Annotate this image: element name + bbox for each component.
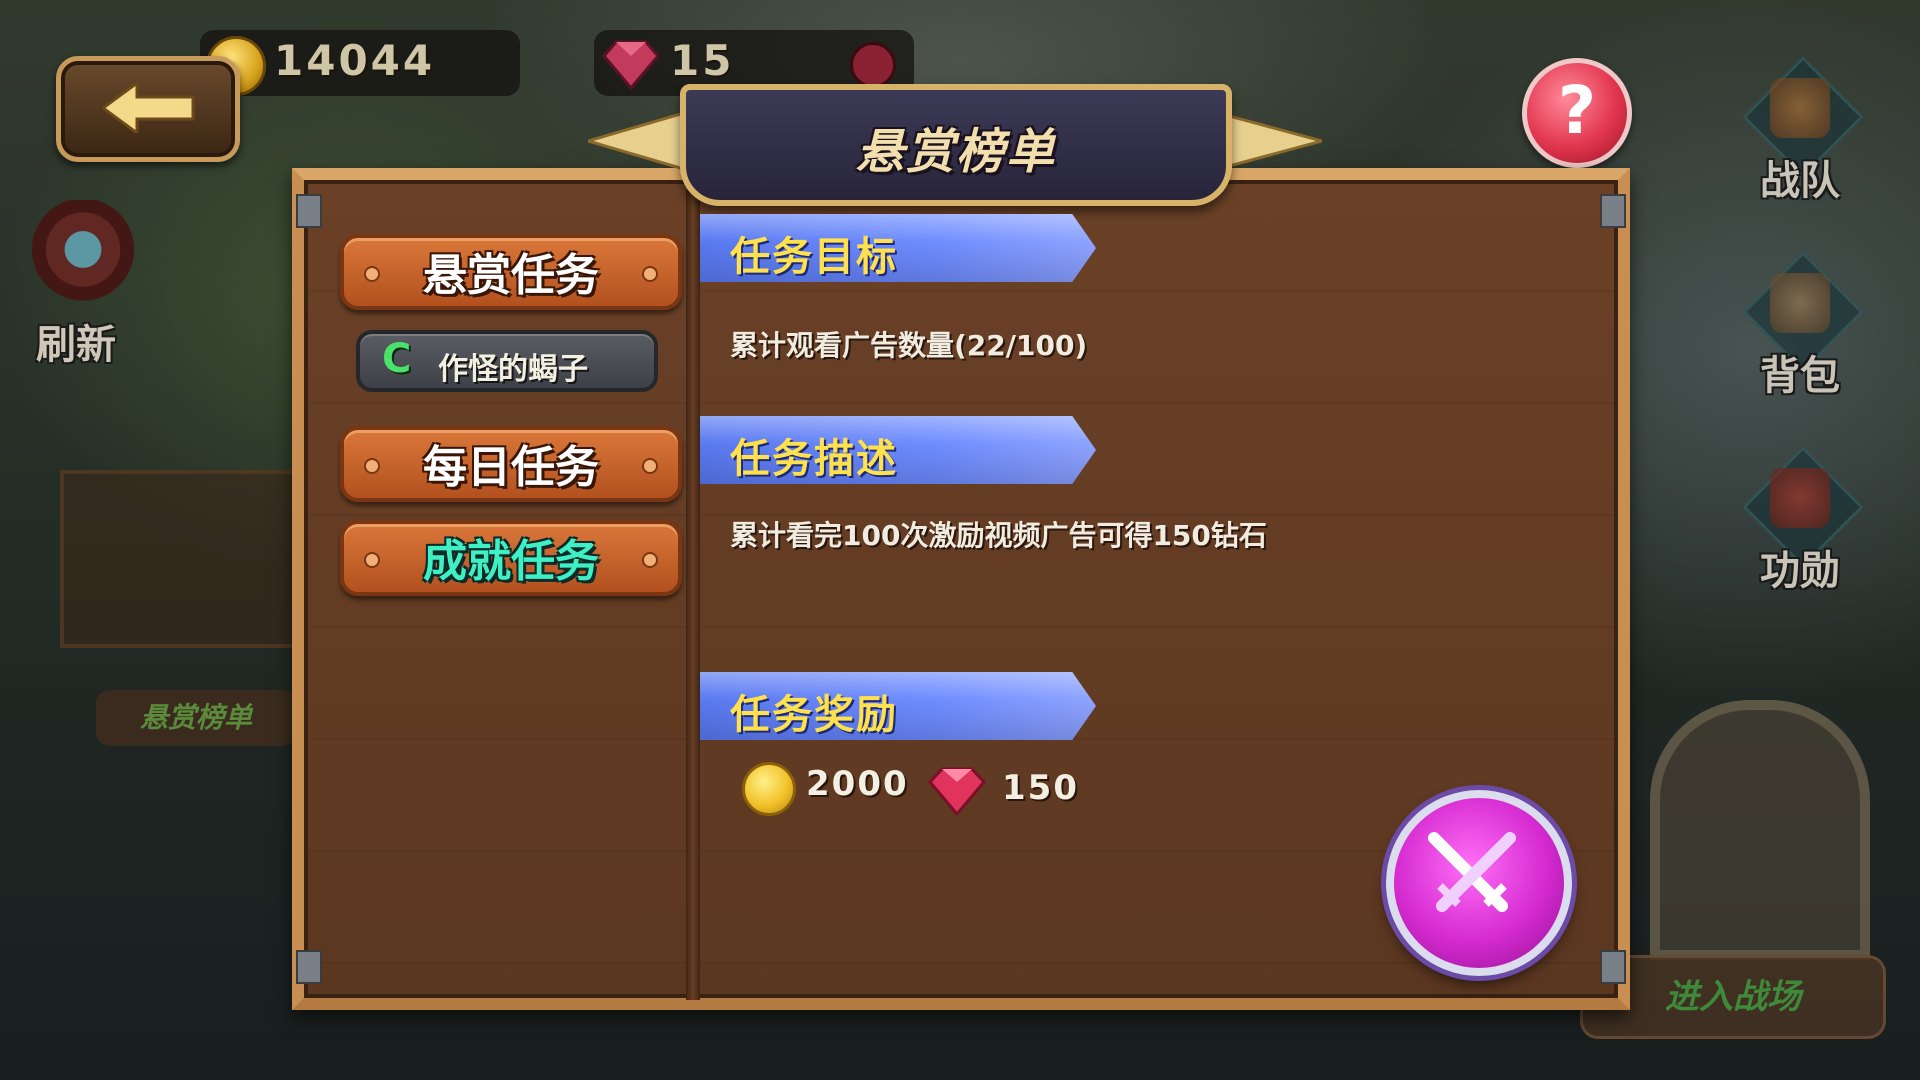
- bounty-board-sign[interactable]: 悬赏榜单: [96, 690, 296, 746]
- section-header-label: 任务目标: [730, 234, 898, 280]
- title-banner: 悬赏榜单: [680, 84, 1232, 206]
- side-menu-label: 背包: [1760, 353, 1840, 399]
- add-gems-icon[interactable]: [850, 42, 896, 88]
- crossed-swords-icon: [1428, 832, 1516, 912]
- side-menu-merit[interactable]: 功勋: [1720, 446, 1880, 600]
- reward-coin-icon: [742, 762, 796, 816]
- help-button[interactable]: ?: [1522, 58, 1632, 168]
- gem-amount: 15: [670, 36, 735, 85]
- tab-rivet: [364, 458, 380, 474]
- tab-bounty-tasks[interactable]: 悬赏任务: [340, 234, 682, 310]
- back-button[interactable]: [56, 56, 240, 162]
- side-menu-label: 功勋: [1760, 548, 1840, 594]
- page-title: 悬赏榜单: [855, 124, 1056, 180]
- section-header-label: 任务奖励: [730, 692, 898, 738]
- tab-rivet: [642, 266, 658, 282]
- refresh-emblem-icon: [28, 200, 138, 310]
- start-bounty-button[interactable]: [1386, 790, 1572, 976]
- task-goal-text: 累计观看广告数量(22/100): [730, 329, 1088, 362]
- panel-bolt: [296, 950, 322, 984]
- refresh-label: 刷新: [36, 322, 116, 368]
- panel-divider: [686, 190, 700, 1000]
- merit-scroll-icon: [1770, 468, 1830, 528]
- tab-rivet: [364, 552, 380, 568]
- section-header-description: 任务描述: [700, 416, 1096, 484]
- sub-task-item[interactable]: C 作怪的蝎子: [356, 330, 658, 392]
- panel-bolt: [296, 194, 322, 228]
- reward-coin-amount: 2000: [806, 764, 909, 804]
- refresh-button[interactable]: 刷新: [10, 200, 160, 370]
- tab-rivet: [364, 266, 380, 282]
- tab-label: 悬赏任务: [423, 250, 599, 301]
- gem-icon: [602, 40, 660, 90]
- section-header-label: 任务描述: [730, 436, 898, 482]
- section-header-reward: 任务奖励: [700, 672, 1096, 740]
- section-header-goal: 任务目标: [700, 214, 1096, 282]
- tab-rivet: [642, 458, 658, 474]
- coin-counter: 14044: [200, 30, 520, 96]
- tab-label: 每日任务: [423, 442, 599, 493]
- tab-rivet: [642, 552, 658, 568]
- side-menu-label: 战队: [1760, 158, 1840, 204]
- side-menu-backpack[interactable]: 背包: [1720, 251, 1880, 405]
- tab-daily-tasks[interactable]: 每日任务: [340, 426, 682, 502]
- stone-door-decoration: [1650, 700, 1870, 960]
- wanted-board-decoration: [60, 470, 308, 648]
- panel-bolt: [1600, 950, 1626, 984]
- tab-achievement-tasks[interactable]: 成就任务: [340, 520, 682, 596]
- coin-amount: 14044: [274, 36, 436, 85]
- task-grade-badge: C: [382, 336, 412, 382]
- panel-bolt: [1600, 194, 1626, 228]
- reward-gem-amount: 150: [1002, 768, 1079, 808]
- reward-gem-icon: [928, 767, 986, 816]
- team-icon: [1770, 78, 1830, 138]
- sub-task-name: 作怪的蝎子: [438, 352, 588, 387]
- tab-label: 成就任务: [423, 536, 599, 587]
- back-arrow-icon: [103, 83, 195, 133]
- task-description-text: 累计看完100次激励视频广告可得150钻石: [730, 519, 1267, 552]
- backpack-icon: [1770, 273, 1830, 333]
- side-menu-team[interactable]: 战队: [1720, 56, 1880, 210]
- game-screen: 14044 15 ? 刷新 悬赏榜单 战队 背包 功勋 进入战场 悬赏榜单 悬赏…: [0, 0, 1920, 1080]
